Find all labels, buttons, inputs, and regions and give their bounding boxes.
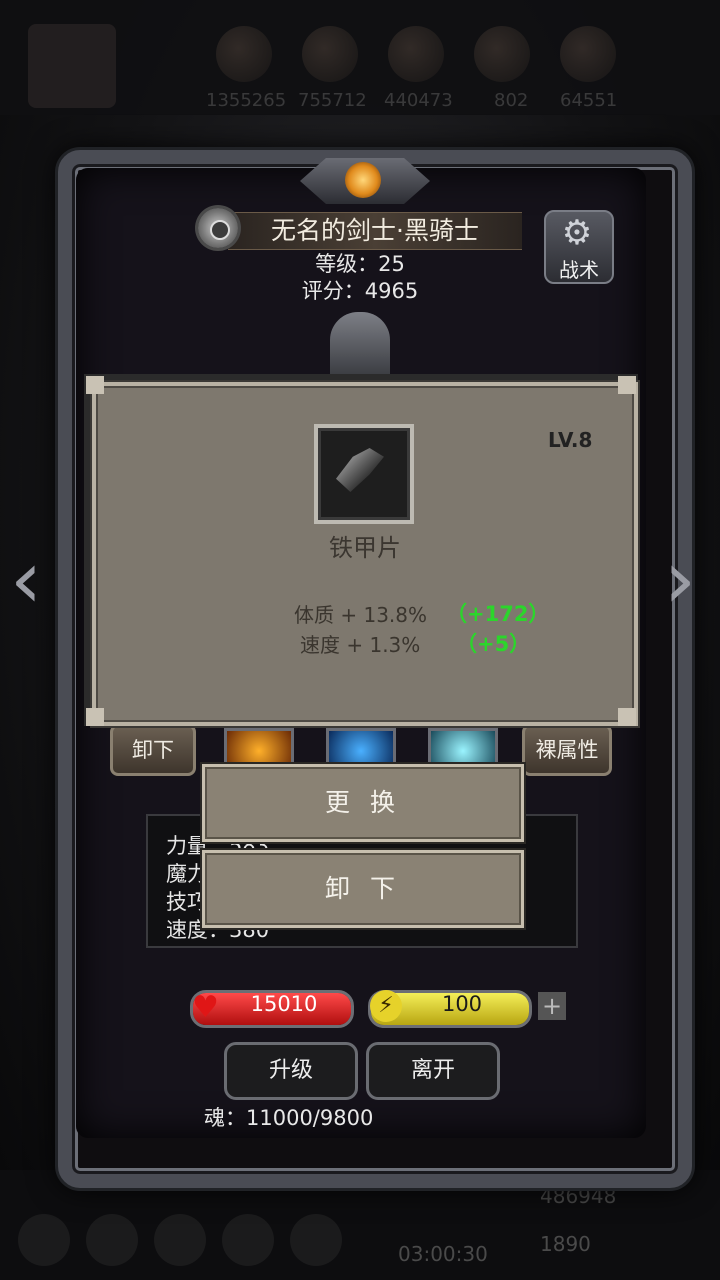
popup-corner	[618, 376, 636, 394]
resource-value: 440473	[384, 90, 453, 111]
item-attribute: 体质 + 13.8%	[294, 603, 428, 627]
popup-corner	[86, 708, 104, 726]
nav-icon[interactable]	[290, 1214, 342, 1266]
energy-value: 100	[441, 992, 483, 1016]
soul-counter: 魂：11000/9800	[204, 1106, 374, 1130]
resource-value: 755712	[298, 90, 367, 111]
replace-button[interactable]: 更 换	[202, 764, 524, 842]
resource-value: 1355265	[206, 90, 287, 111]
resource-value: 64551	[560, 90, 618, 111]
item-level: LV.8	[548, 428, 593, 452]
previous-arrow-icon[interactable]: ‹	[10, 540, 42, 620]
moon-emblem-icon	[345, 162, 381, 198]
naked-attributes-button[interactable]: 裸属性	[522, 724, 612, 776]
item-attribute-bonus: （+172）	[446, 602, 550, 626]
gear-icon: ⚙	[561, 213, 593, 253]
gem-amount: 1890	[540, 1232, 591, 1256]
knight-helmet	[330, 312, 390, 382]
resource-icon	[216, 26, 272, 82]
resource-icon	[560, 26, 616, 82]
nav-icon[interactable]	[18, 1214, 70, 1266]
hp-value: 15010	[250, 992, 318, 1016]
popup-corner	[618, 708, 636, 726]
timer: 03:00:30	[398, 1242, 488, 1266]
add-energy-button[interactable]: +	[538, 992, 566, 1020]
leave-button[interactable]: 离开	[366, 1042, 500, 1100]
top-left-menu-button[interactable]	[28, 24, 116, 108]
resource-icon	[388, 26, 444, 82]
next-arrow-icon[interactable]: ›	[664, 540, 696, 620]
item-attribute-bonus: （+5）	[456, 632, 531, 656]
tactics-label: 战术	[559, 258, 599, 282]
popup-corner	[86, 376, 104, 394]
item-attribute: 速度 + 1.3%	[300, 633, 421, 657]
nav-icon[interactable]	[86, 1214, 138, 1266]
upgrade-button[interactable]: 升级	[224, 1042, 358, 1100]
heart-icon: ♥	[192, 990, 219, 1025]
character-name: 无名的剑士·黑骑士	[271, 216, 479, 245]
unequip-button[interactable]: 卸 下	[202, 850, 524, 928]
resource-icon	[302, 26, 358, 82]
unequip-small-button[interactable]: 卸下	[110, 724, 196, 776]
resource-icon	[474, 26, 530, 82]
nav-icon[interactable]	[222, 1214, 274, 1266]
lightning-icon: ⚡	[370, 990, 402, 1022]
nav-icon[interactable]	[154, 1214, 206, 1266]
resource-value: 802	[494, 90, 529, 111]
rank-badge-core	[210, 220, 230, 240]
item-name: 铁甲片	[329, 534, 401, 562]
